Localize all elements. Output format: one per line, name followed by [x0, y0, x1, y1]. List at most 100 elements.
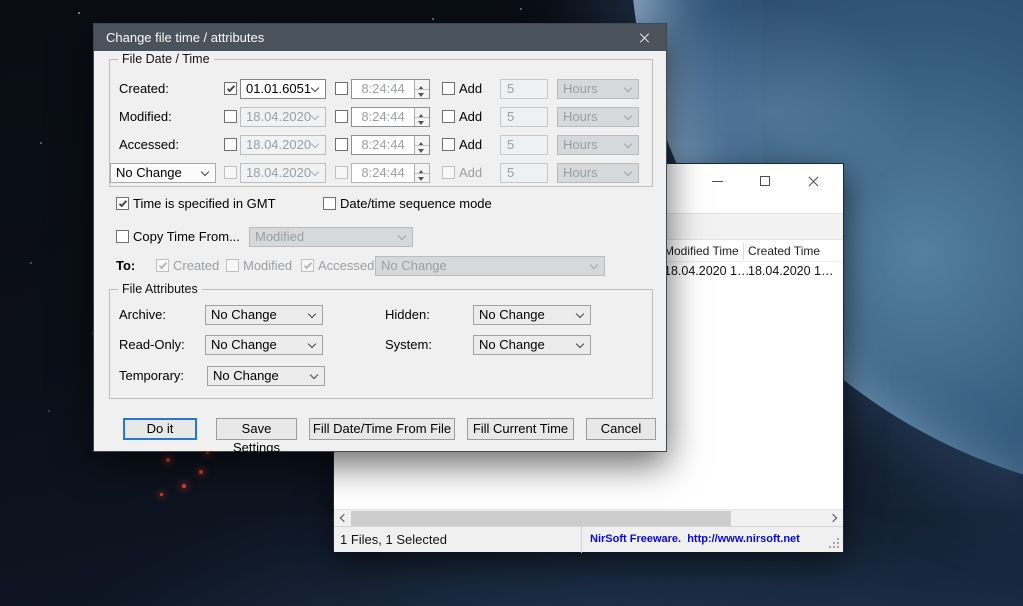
modified-add-checkbox[interactable]: [442, 110, 455, 123]
chevron-down-icon: [398, 232, 406, 240]
column-separator[interactable]: [743, 243, 744, 260]
status-separator: [581, 527, 582, 553]
sequence-mode-checkbox[interactable]: [323, 197, 336, 210]
chevron-right-icon: [829, 514, 837, 522]
created-date-combo[interactable]: 01.01.6051: [240, 79, 326, 99]
copy-time-from-label: Copy Time From...: [133, 227, 240, 247]
accessed-time-spinner: 8:24:44: [351, 135, 430, 155]
chevron-down-icon: [624, 112, 632, 120]
created-add-checkbox[interactable]: [442, 82, 455, 95]
archive-label: Archive:: [119, 305, 166, 325]
spinner-buttons: [414, 80, 429, 98]
scrollbar-thumb[interactable]: [351, 511, 731, 526]
chevron-down-icon: [310, 371, 318, 379]
chevron-down-icon: [576, 340, 584, 348]
red-star-dot: [160, 493, 163, 496]
created-time-checkbox[interactable]: [335, 82, 348, 95]
spinner-up-icon: [415, 136, 429, 145]
modified-time-checkbox[interactable]: [335, 110, 348, 123]
accessed-date-combo: 18.04.2020: [240, 135, 326, 155]
gmt-checkbox[interactable]: [116, 197, 129, 210]
to-created-checkbox: [156, 259, 169, 272]
to-modified-checkbox: [226, 259, 239, 272]
chevron-down-icon: [576, 310, 584, 318]
spinner-buttons: [414, 136, 429, 154]
mode-add-checkbox: [442, 166, 455, 179]
dialog-close-button[interactable]: [622, 24, 666, 51]
scroll-left-button[interactable]: [335, 510, 352, 527]
red-star-dot: [182, 484, 186, 488]
cell-created-time: 18.04.2020 1…: [748, 264, 834, 278]
to-modified-label: Modified: [243, 256, 292, 276]
mode-date-combo: 18.04.2020: [240, 163, 326, 183]
modified-label: Modified:: [119, 107, 172, 127]
fill-from-file-button[interactable]: Fill Date/Time From File: [309, 418, 455, 440]
status-files-count: 1 Files, 1 Selected: [340, 532, 447, 547]
created-date-checkbox[interactable]: [224, 82, 237, 95]
horizontal-scrollbar[interactable]: [334, 509, 843, 526]
system-label: System:: [385, 335, 432, 355]
modified-add-label: Add: [459, 107, 482, 127]
save-settings-button[interactable]: Save Settings: [216, 418, 297, 440]
close-icon: [807, 175, 820, 188]
modified-date-combo: 18.04.2020: [240, 107, 326, 127]
dialog-title: Change file time / attributes: [106, 30, 264, 45]
to-target-combo: No Change: [375, 256, 605, 276]
spinner-down-icon: [415, 89, 429, 99]
gmt-label: Time is specified in GMT: [133, 194, 276, 214]
temporary-label: Temporary:: [119, 366, 184, 386]
accessed-add-amount-field: 5: [500, 135, 548, 155]
chevron-left-icon: [340, 514, 348, 522]
column-header-modified-time[interactable]: Modified Time: [664, 244, 739, 258]
cancel-button[interactable]: Cancel: [586, 418, 656, 440]
maximize-icon: [760, 176, 770, 186]
chevron-down-icon: [624, 168, 632, 176]
mode-add-unit-combo: Hours: [557, 163, 639, 183]
modified-date-checkbox[interactable]: [224, 110, 237, 123]
hidden-combo[interactable]: No Change: [473, 305, 591, 325]
created-time-spinner: 8:24:44: [351, 79, 430, 99]
to-created-label: Created: [173, 256, 219, 276]
check-icon: [226, 83, 234, 92]
red-star-dot: [166, 458, 170, 462]
maximize-button[interactable]: [748, 169, 782, 193]
scroll-right-button[interactable]: [825, 510, 842, 527]
column-header-created-time[interactable]: Created Time: [748, 244, 820, 258]
close-button[interactable]: [796, 169, 830, 193]
created-label: Created:: [119, 79, 169, 99]
group-legend: File Date / Time: [118, 52, 214, 66]
spinner-buttons: [414, 164, 429, 182]
system-combo[interactable]: No Change: [473, 335, 591, 355]
group-legend: File Attributes: [118, 282, 202, 296]
check-icon: [118, 198, 126, 207]
to-label: To:: [116, 256, 135, 276]
red-star-dot: [199, 470, 203, 474]
accessed-label: Accessed:: [119, 135, 179, 155]
close-icon: [638, 32, 650, 44]
mode-time-checkbox: [335, 166, 348, 179]
created-add-label: Add: [459, 79, 482, 99]
readonly-combo[interactable]: No Change: [205, 335, 323, 355]
accessed-add-checkbox[interactable]: [442, 138, 455, 151]
check-icon: [158, 260, 166, 269]
chevron-down-icon: [201, 168, 209, 176]
change-file-time-dialog: Change file time / attributes File Date …: [93, 23, 667, 452]
mode-date-checkbox: [224, 166, 237, 179]
to-accessed-label: Accessed: [318, 256, 374, 276]
minimize-button[interactable]: [700, 169, 734, 193]
resize-grip-icon[interactable]: [837, 546, 839, 548]
spinner-up-icon: [415, 164, 429, 173]
copy-time-from-checkbox[interactable]: [116, 230, 129, 243]
accessed-date-checkbox[interactable]: [224, 138, 237, 151]
temporary-combo[interactable]: No Change: [207, 366, 325, 386]
fill-current-time-button[interactable]: Fill Current Time: [467, 418, 574, 440]
accessed-time-checkbox[interactable]: [335, 138, 348, 151]
to-accessed-checkbox: [301, 259, 314, 272]
do-it-button[interactable]: Do it: [123, 418, 197, 440]
spinner-up-icon: [415, 80, 429, 89]
accessed-add-unit-combo: Hours: [557, 135, 639, 155]
fourth-row-mode-combo[interactable]: No Change: [110, 163, 216, 183]
nirsoft-link[interactable]: NirSoft Freeware. http://www.nirsoft.net: [590, 533, 800, 545]
spinner-down-icon: [415, 173, 429, 183]
archive-combo[interactable]: No Change: [205, 305, 323, 325]
